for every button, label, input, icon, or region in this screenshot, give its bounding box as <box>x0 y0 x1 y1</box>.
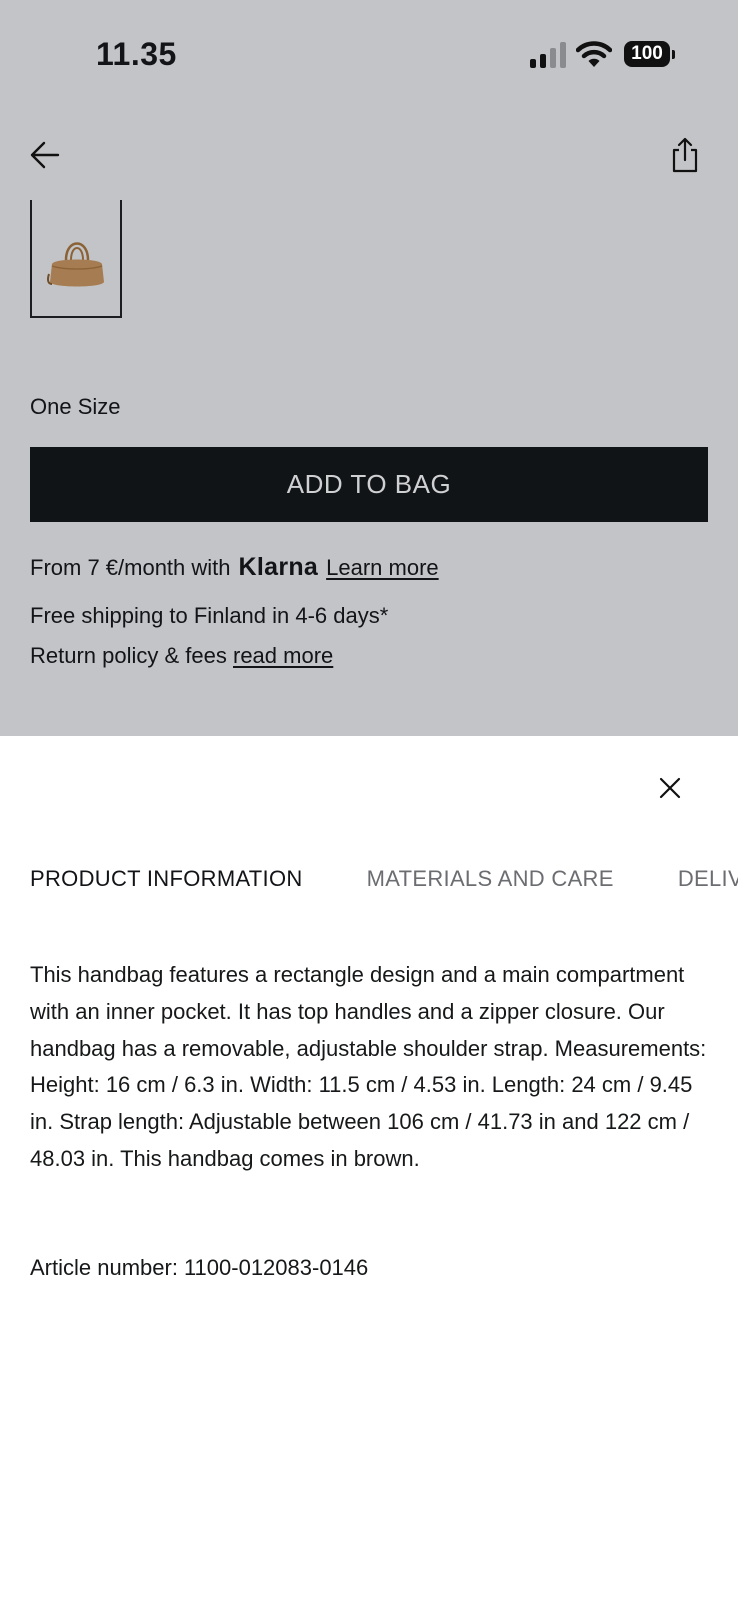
klarna-line: From 7 €/month with Klarna Learn more <box>30 553 439 582</box>
article-number: Article number: 1100-012083-0146 <box>30 1255 368 1281</box>
return-policy-text: Return policy & fees <box>30 643 227 668</box>
handbag-image <box>47 242 104 287</box>
read-more-link[interactable]: read more <box>233 643 333 668</box>
article-value: 1100-012083-0146 <box>183 1255 369 1280</box>
tab-delivery[interactable]: DELIVERY <box>678 866 738 892</box>
tab-materials-and-care[interactable]: MATERIALS AND CARE <box>367 866 614 892</box>
product-thumbnail[interactable] <box>30 200 122 318</box>
info-tabs: PRODUCT INFORMATION MATERIALS AND CARE D… <box>30 866 738 906</box>
wifi-icon <box>576 41 612 67</box>
signal-icon <box>530 42 566 68</box>
arrow-left-icon[interactable] <box>28 138 62 172</box>
add-to-bag-button[interactable]: ADD TO BAG <box>30 447 708 522</box>
size-label: One Size <box>30 394 121 419</box>
article-label: Article number: <box>30 1255 178 1280</box>
status-time: 11.35 <box>96 36 177 72</box>
battery-level: 100 <box>624 41 670 67</box>
learn-more-link[interactable]: Learn more <box>326 555 439 581</box>
share-icon[interactable] <box>670 136 700 174</box>
product-description: This handbag features a rectangle design… <box>30 962 707 1171</box>
tab-product-information[interactable]: PRODUCT INFORMATION <box>30 866 303 892</box>
klarna-text: From 7 €/month with <box>30 555 231 580</box>
klarna-logo: Klarna <box>238 553 319 581</box>
battery-icon: 100 <box>624 41 676 69</box>
shipping-info: Free shipping to Finland in 4-6 days* <box>30 603 389 628</box>
close-icon[interactable] <box>658 776 682 800</box>
return-policy: Return policy & fees read more <box>30 643 333 669</box>
